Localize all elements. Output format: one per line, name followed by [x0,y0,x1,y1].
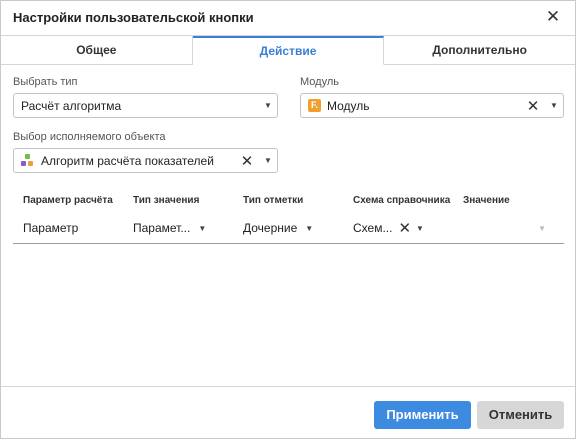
object-select-value: Алгоритм расчёта показателей [41,153,214,168]
module-select-value: Модуль [327,98,370,113]
custom-button-settings-dialog: Настройки пользовательской кнопки ✕ Обще… [0,0,576,439]
tab-action[interactable]: Действие [192,36,385,65]
cancel-button[interactable]: Отменить [477,401,564,429]
params-table-header: Параметр расчёта Тип значения Тип отметк… [13,187,564,213]
column-header: Тип значения [133,194,200,206]
close-icon[interactable]: ✕ [545,8,561,26]
column-header: Тип отметки [243,194,304,206]
params-table: Параметр расчёта Тип значения Тип отметк… [13,187,564,244]
dialog-footer: Применить Отменить [1,386,575,438]
schema-cell[interactable]: Схем... ✕ ▼ [343,219,453,237]
chevron-down-icon[interactable]: ▼ [545,101,563,110]
param-cell: Параметр [13,221,123,235]
object-select-label: Выбор исполняемого объекта [13,131,166,143]
dialog-titlebar: Настройки пользовательской кнопки ✕ [1,1,575,35]
object-select[interactable]: Алгоритм расчёта показателей ✕ ▼ [13,148,278,173]
tab-bar: Общее Действие Дополнительно [1,35,575,65]
chevron-down-icon[interactable]: ▼ [259,101,277,110]
chevron-down-icon[interactable]: ▼ [259,156,277,165]
table-row: Параметр Парамет... ▼ Дочерние ▼ Схем...… [13,213,564,244]
chevron-down-icon[interactable]: ▼ [538,224,546,233]
apply-button[interactable]: Применить [374,401,471,429]
dialog-title: Настройки пользовательской кнопки [13,10,254,25]
type-select-label: Выбрать тип [13,76,78,88]
schema-value: Схем... [353,221,393,235]
value-type-value: Парамет... [133,221,191,235]
clear-icon[interactable]: ✕ [239,152,255,170]
value-type-cell[interactable]: Парамет... ▼ [123,221,233,235]
column-header: Значение [463,194,510,206]
column-header: Схема справочника [353,194,451,206]
clear-icon[interactable]: ✕ [525,97,541,115]
type-select-value: Расчёт алгоритма [21,98,122,113]
chevron-down-icon[interactable]: ▼ [305,224,313,233]
param-name: Параметр [23,221,79,235]
clear-icon[interactable]: ✕ [398,219,411,237]
algorithm-icon [21,154,34,167]
mark-type-value: Дочерние [243,221,298,235]
module-icon: F. [308,99,321,112]
module-select-label: Модуль [300,76,339,88]
tab-general[interactable]: Общее [1,36,193,64]
chevron-down-icon[interactable]: ▼ [416,224,424,233]
mark-type-cell[interactable]: Дочерние ▼ [233,221,343,235]
column-header: Параметр расчёта [23,194,113,206]
chevron-down-icon[interactable]: ▼ [198,224,206,233]
tab-additional[interactable]: Дополнительно [384,36,575,64]
value-cell[interactable]: ▼ [453,224,564,233]
type-select[interactable]: Расчёт алгоритма ▼ [13,93,278,118]
module-select[interactable]: F. Модуль ✕ ▼ [300,93,564,118]
